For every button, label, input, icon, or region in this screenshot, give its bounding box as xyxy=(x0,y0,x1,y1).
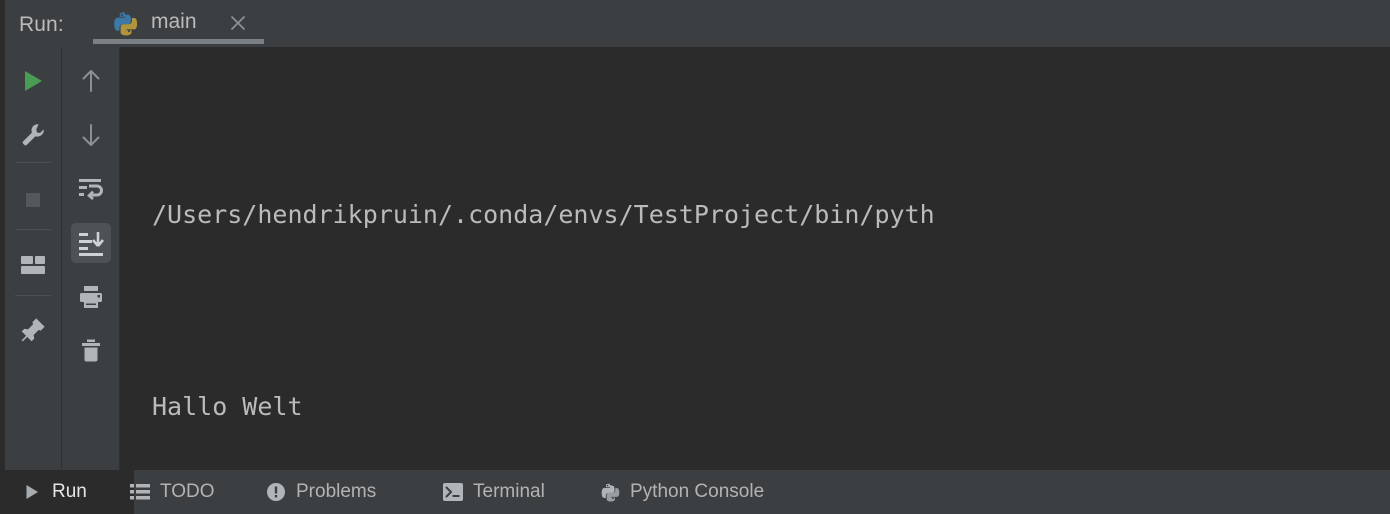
tool-window-status-bar: Run TODO Problems Terminal Python Consol… xyxy=(0,470,1390,514)
console-line: /Users/hendrikpruin/.conda/envs/TestProj… xyxy=(152,200,935,229)
soft-wrap-icon xyxy=(79,179,103,200)
pin-icon xyxy=(21,318,45,342)
stop-button[interactable] xyxy=(13,180,53,220)
status-todo-label: TODO xyxy=(160,481,215,502)
status-terminal[interactable]: Terminal xyxy=(443,470,545,514)
run-tool-window: Run: main /Users/hendrikpruin/.conda/env… xyxy=(0,0,1390,514)
status-problems-label: Problems xyxy=(296,481,377,502)
scroll-to-end-button[interactable] xyxy=(71,223,111,263)
status-todo[interactable]: TODO xyxy=(130,470,215,514)
clear-all-button[interactable] xyxy=(71,331,111,371)
problems-icon xyxy=(266,482,286,502)
run-actions-toolbar xyxy=(5,47,62,470)
toolbar-divider xyxy=(15,295,51,296)
console-output[interactable]: /Users/hendrikpruin/.conda/envs/TestProj… xyxy=(120,47,1390,470)
status-python-console-label: Python Console xyxy=(630,481,765,502)
python-icon xyxy=(112,10,138,36)
layout-icon xyxy=(21,256,45,274)
up-the-stack-button[interactable] xyxy=(71,61,111,101)
print-button[interactable] xyxy=(71,277,111,317)
tool-window-header: Run: main xyxy=(5,0,1390,47)
stop-square-icon xyxy=(26,193,40,207)
console-text: /Users/hendrikpruin/.conda/envs/TestProj… xyxy=(152,55,1390,470)
status-terminal-label: Terminal xyxy=(473,481,545,502)
toolbar-divider xyxy=(15,162,51,163)
wrench-icon xyxy=(22,124,44,146)
console-actions-toolbar xyxy=(62,47,120,470)
play-icon xyxy=(22,482,42,502)
console-line: Hallo Welt xyxy=(152,392,303,421)
scroll-to-end-icon xyxy=(79,232,104,256)
todo-list-icon xyxy=(130,482,150,502)
play-icon xyxy=(25,71,42,91)
rerun-button[interactable] xyxy=(13,61,53,101)
pin-tab-button[interactable] xyxy=(13,310,53,350)
trash-icon xyxy=(82,339,100,362)
tab-label: main xyxy=(151,10,197,33)
run-tool-window-title: Run: xyxy=(19,13,64,36)
terminal-icon xyxy=(443,482,463,502)
status-run[interactable]: Run xyxy=(0,470,134,514)
printer-icon xyxy=(80,286,102,308)
close-icon[interactable] xyxy=(227,12,249,34)
down-the-stack-button[interactable] xyxy=(71,115,111,155)
arrow-down-icon xyxy=(82,124,100,146)
status-problems[interactable]: Problems xyxy=(266,470,376,514)
tab-active-underline xyxy=(93,39,264,44)
arrow-up-icon xyxy=(82,70,100,92)
edit-configurations-button[interactable] xyxy=(13,115,53,155)
soft-wrap-button[interactable] xyxy=(71,169,111,209)
layout-settings-button[interactable] xyxy=(13,245,53,285)
python-icon xyxy=(600,482,620,502)
status-run-label: Run xyxy=(52,481,87,502)
status-python-console[interactable]: Python Console xyxy=(600,470,764,514)
toolbar-divider xyxy=(15,229,51,230)
